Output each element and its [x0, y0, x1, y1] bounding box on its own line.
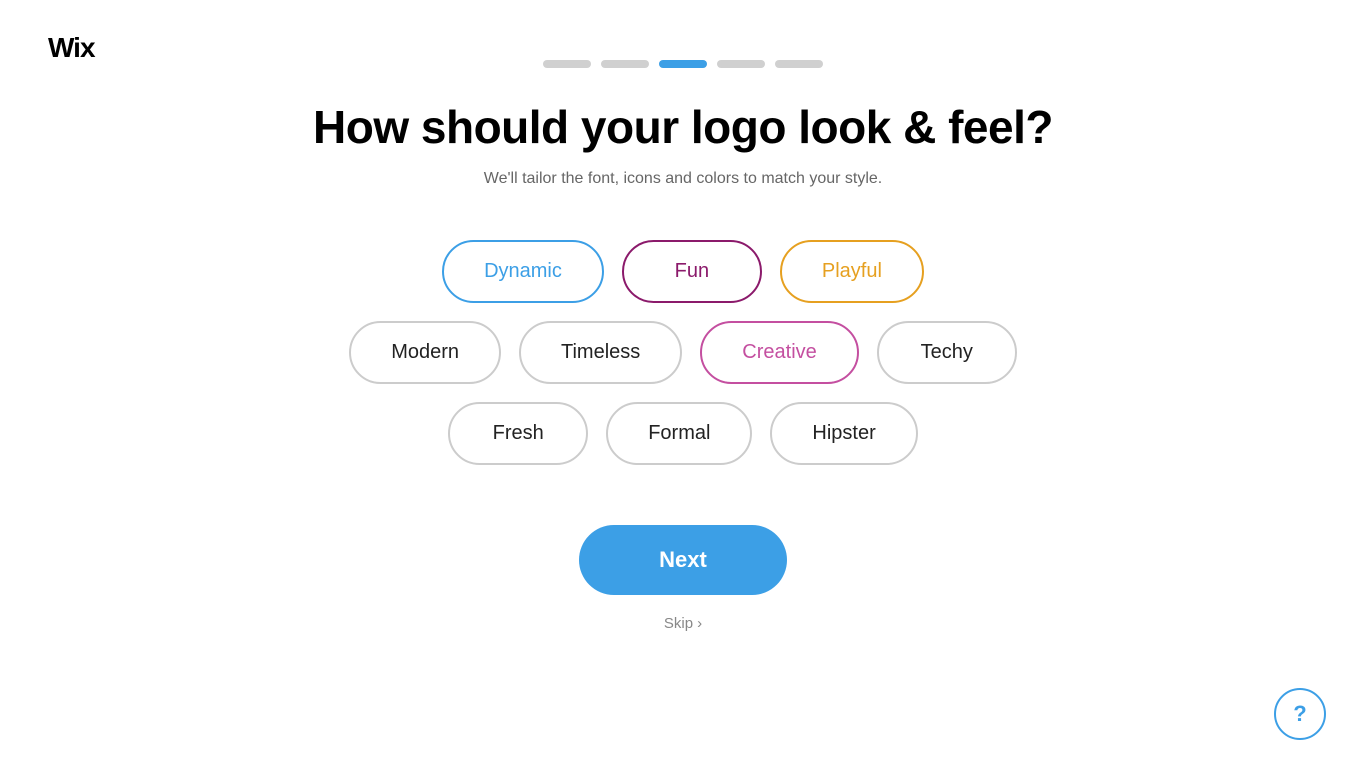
- skip-link[interactable]: Skip ›: [664, 615, 702, 632]
- option-playful[interactable]: Playful: [780, 240, 924, 303]
- next-button[interactable]: Next: [579, 525, 787, 595]
- options-container: Dynamic Fun Playful Modern Timeless Crea…: [349, 240, 1017, 465]
- options-row-2: Modern Timeless Creative Techy: [349, 321, 1017, 384]
- progress-step-5: [775, 60, 823, 68]
- main-content: How should your logo look & feel? We'll …: [0, 0, 1366, 632]
- option-dynamic[interactable]: Dynamic: [442, 240, 604, 303]
- page-title: How should your logo look & feel?: [313, 100, 1053, 154]
- option-timeless[interactable]: Timeless: [519, 321, 682, 384]
- progress-step-2: [601, 60, 649, 68]
- option-fun[interactable]: Fun: [622, 240, 762, 303]
- option-creative[interactable]: Creative: [700, 321, 858, 384]
- options-row-3: Fresh Formal Hipster: [448, 402, 918, 465]
- help-button[interactable]: ?: [1274, 688, 1326, 740]
- actions-container: Next Skip ›: [579, 525, 787, 632]
- progress-step-3: [659, 60, 707, 68]
- option-hipster[interactable]: Hipster: [770, 402, 917, 465]
- options-row-1: Dynamic Fun Playful: [442, 240, 924, 303]
- page-subtitle: We'll tailor the font, icons and colors …: [484, 170, 883, 188]
- progress-bar: [543, 60, 823, 68]
- skip-chevron-icon: ›: [697, 615, 702, 632]
- progress-step-4: [717, 60, 765, 68]
- skip-label: Skip: [664, 615, 693, 632]
- option-formal[interactable]: Formal: [606, 402, 752, 465]
- wix-logo: Wix: [48, 32, 95, 64]
- progress-step-1: [543, 60, 591, 68]
- option-fresh[interactable]: Fresh: [448, 402, 588, 465]
- option-modern[interactable]: Modern: [349, 321, 501, 384]
- option-techy[interactable]: Techy: [877, 321, 1017, 384]
